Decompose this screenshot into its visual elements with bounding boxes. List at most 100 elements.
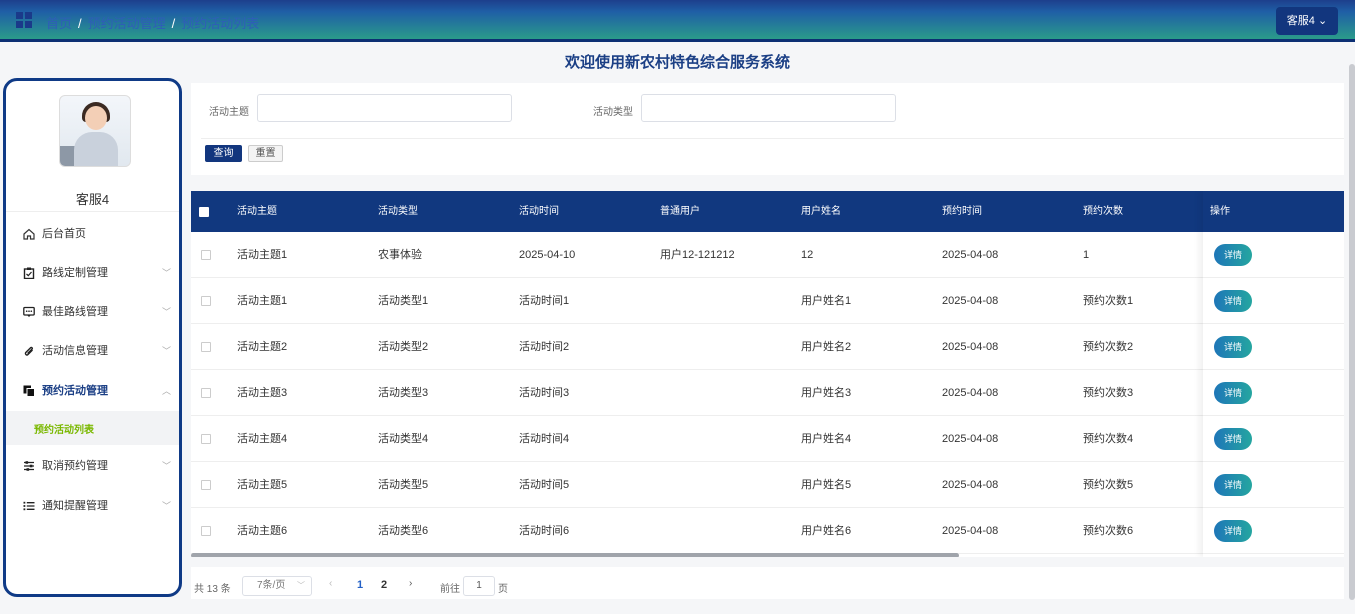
- column-header[interactable]: 用户姓名: [801, 191, 841, 232]
- breadcrumb-home[interactable]: 首页: [46, 16, 72, 31]
- sidebar-subitem-label: 预约活动列表: [34, 425, 94, 436]
- chevron-up-icon: ︿: [162, 386, 172, 396]
- table-cell: 2025-04-08: [942, 433, 999, 445]
- row-checkbox[interactable]: [201, 388, 211, 398]
- next-page-icon[interactable]: ›: [409, 578, 412, 589]
- table-cell: 12: [801, 249, 814, 261]
- avatar: [59, 95, 131, 167]
- table-header: 活动主题 活动类型 活动时间 普通用户 用户姓名 预约时间 预约次数 操作: [191, 191, 1344, 232]
- pagination-total: 共 13 条: [194, 584, 231, 595]
- sidebar: 客服4 后台首页 路线定制管理 ﹀ 最佳路线管理 ﹀ 活动信息管理 ﹀ 预约活动…: [3, 78, 182, 597]
- column-header[interactable]: 活动时间: [519, 191, 559, 232]
- row-checkbox[interactable]: [201, 296, 211, 306]
- table-cell: 活动类型6: [378, 525, 429, 537]
- breadcrumb-section[interactable]: 预约活动管理: [88, 16, 166, 31]
- row-checkbox[interactable]: [201, 480, 211, 490]
- vertical-scrollbar[interactable]: [1349, 64, 1355, 600]
- table-cell: 预约次数3: [1083, 387, 1134, 399]
- detail-button[interactable]: 详情: [1214, 336, 1252, 358]
- sidebar-item-cancel-booking[interactable]: 取消预约管理 ﹀: [6, 448, 179, 484]
- table-cell: 用户姓名5: [801, 479, 852, 491]
- column-header[interactable]: 预约次数: [1083, 191, 1123, 232]
- table-cell: 活动主题5: [237, 479, 288, 491]
- table-cell: 活动时间1: [519, 295, 570, 307]
- table-cell: 活动类型1: [378, 295, 429, 307]
- table-cell: 用户姓名4: [801, 433, 852, 445]
- table-cell: 活动主题2: [237, 341, 288, 353]
- clipboard-icon: [23, 267, 35, 279]
- menu-grid-icon[interactable]: [16, 12, 32, 28]
- table-cell: 预约次数6: [1083, 525, 1134, 537]
- detail-button[interactable]: 详情: [1214, 290, 1252, 312]
- query-button[interactable]: 查询: [205, 145, 242, 162]
- column-header[interactable]: 预约时间: [942, 191, 982, 232]
- breadcrumb: 首页 / 预约活动管理 / 预约活动列表: [46, 16, 260, 31]
- detail-button[interactable]: 详情: [1214, 474, 1252, 496]
- page-size-select[interactable]: 7条/页 ﹀: [242, 576, 312, 596]
- breadcrumb-current: 预约活动列表: [181, 16, 260, 31]
- sidebar-item-route-custom[interactable]: 路线定制管理 ﹀: [6, 255, 179, 291]
- detail-button[interactable]: 详情: [1214, 428, 1252, 450]
- operation-column: 详情 详情 详情 详情 详情 详情 详情: [1203, 191, 1344, 557]
- table-cell: 2025-04-08: [942, 387, 999, 399]
- table-cell: 活动主题6: [237, 525, 288, 537]
- page-title: 欢迎使用新农村特色综合服务系统: [564, 54, 790, 71]
- column-header[interactable]: 活动类型: [378, 191, 418, 232]
- row-checkbox[interactable]: [201, 250, 211, 260]
- search-topic-input[interactable]: [257, 94, 512, 122]
- paperclip-icon: [24, 346, 33, 356]
- table-cell: 2025-04-10: [519, 249, 576, 261]
- table-cell: 活动主题3: [237, 387, 288, 399]
- sidebar-item-home[interactable]: 后台首页: [6, 216, 179, 252]
- column-header[interactable]: 活动主题: [237, 191, 277, 232]
- table-cell: 2025-04-08: [942, 341, 999, 353]
- detail-button[interactable]: 详情: [1214, 520, 1252, 542]
- row-checkbox[interactable]: [201, 526, 211, 536]
- data-table: 活动主题 活动类型 活动时间 普通用户 用户姓名 预约时间 预约次数 操作 活动…: [191, 191, 1344, 557]
- goto-label: 前往: [440, 584, 460, 595]
- home-icon: [23, 228, 35, 240]
- page-number[interactable]: 1: [357, 579, 363, 591]
- table-cell: 活动类型3: [378, 387, 429, 399]
- chevron-down-icon: ﹀: [162, 501, 172, 511]
- table-cell: 用户姓名1: [801, 295, 852, 307]
- chevron-down-icon: ﹀: [162, 268, 172, 278]
- divider: [6, 211, 179, 212]
- sidebar-item-label: 后台首页: [42, 228, 86, 240]
- horizontal-scrollbar[interactable]: [191, 553, 959, 557]
- row-checkbox[interactable]: [201, 434, 211, 444]
- sidebar-item-booking[interactable]: 预约活动管理 ︿: [6, 373, 179, 409]
- prev-page-icon[interactable]: ‹: [329, 578, 332, 589]
- table-cell: 1: [1083, 249, 1090, 261]
- table-cell: 预约次数1: [1083, 295, 1134, 307]
- table-cell: 2025-04-08: [942, 249, 999, 261]
- message-icon: [23, 306, 35, 317]
- table-cell: 2025-04-08: [942, 525, 999, 537]
- select-all-checkbox[interactable]: [199, 207, 209, 217]
- table-cell: 用户12-121212: [660, 249, 735, 261]
- sidebar-subitem-booking-list[interactable]: 预约活动列表: [6, 411, 179, 445]
- search-panel: 活动主题 活动类型 查询 重置: [191, 83, 1344, 175]
- chevron-down-icon: ⌄: [1314, 15, 1328, 27]
- goto-page-input[interactable]: 1: [463, 576, 495, 596]
- detail-button[interactable]: 详情: [1214, 244, 1252, 266]
- table-cell: 活动类型5: [378, 479, 429, 491]
- sidebar-item-notifications[interactable]: 通知提醒管理 ﹀: [6, 488, 179, 524]
- table-cell: 预约次数2: [1083, 341, 1134, 353]
- user-menu-label: 客服4: [1286, 15, 1315, 27]
- detail-button[interactable]: 详情: [1214, 382, 1252, 404]
- row-checkbox[interactable]: [201, 342, 211, 352]
- reset-button[interactable]: 重置: [248, 145, 283, 162]
- table-cell: 2025-04-08: [942, 295, 999, 307]
- table-row: 活动主题4 活动类型4 活动时间4 用户姓名4 2025-04-08 预约次数4: [191, 416, 1344, 462]
- sidebar-item-label: 最佳路线管理: [42, 306, 108, 318]
- page-number[interactable]: 2: [381, 579, 387, 591]
- column-header[interactable]: 普通用户: [660, 191, 700, 232]
- user-menu-button[interactable]: 客服4 ⌄: [1276, 7, 1338, 35]
- sidebar-item-activity-info[interactable]: 活动信息管理 ﹀: [6, 333, 179, 369]
- sidebar-item-best-route[interactable]: 最佳路线管理 ﹀: [6, 294, 179, 330]
- table-row: 活动主题3 活动类型3 活动时间3 用户姓名3 2025-04-08 预约次数3: [191, 370, 1344, 416]
- pagination: 共 13 条 7条/页 ﹀ ‹ 1 2 › 前往 1 页: [191, 567, 1344, 599]
- page-size-value: 7条/页: [257, 580, 286, 591]
- search-type-input[interactable]: [641, 94, 896, 122]
